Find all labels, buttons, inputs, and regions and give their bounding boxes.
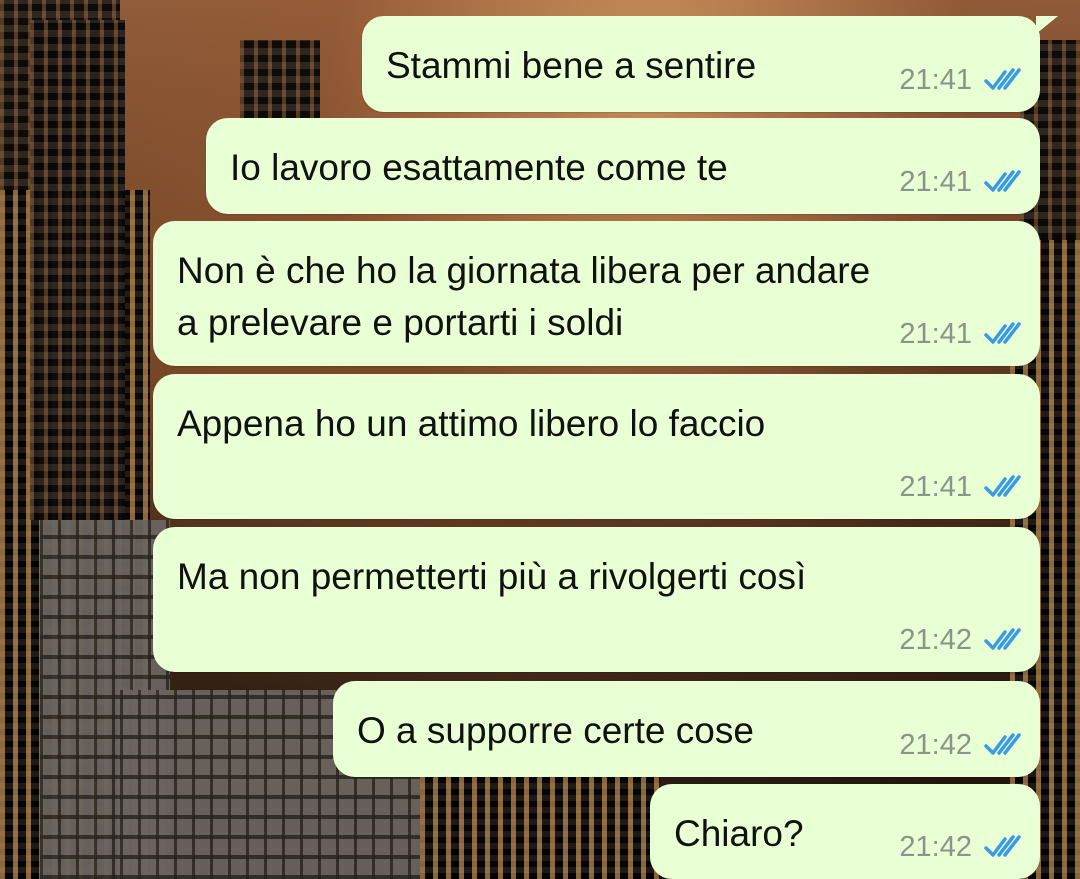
message-list[interactable]: Stammi bene a sentire 21:41 Io lavoro es… (0, 0, 1080, 879)
message-text: O a supporre certe cose (357, 710, 754, 751)
message-text: Io lavoro esattamente come te (230, 147, 728, 188)
message-time: 21:42 (899, 728, 972, 761)
message-bubble[interactable]: Appena ho un attimo libero lo faccio 21:… (153, 374, 1040, 519)
message-bubble[interactable]: Chiaro? 21:42 (650, 784, 1040, 879)
message-text: Chiaro? (674, 813, 804, 854)
message-time: 21:41 (899, 317, 972, 350)
message-bubble[interactable]: Ma non permetterti più a rivolgerti così… (153, 527, 1040, 672)
message-meta: 21:41 (899, 64, 1022, 96)
double-check-icon (984, 170, 1021, 192)
message-time: 21:41 (899, 165, 972, 198)
message-time: 21:42 (899, 623, 972, 656)
message-bubble[interactable]: Non è che ho la giornata libera per anda… (153, 221, 1040, 366)
message-time: 21:41 (899, 63, 972, 96)
message-meta: 21:41 (899, 166, 1022, 198)
message-meta: 21:42 (899, 624, 1022, 656)
message-time: 21:41 (899, 470, 972, 503)
double-check-icon (984, 733, 1021, 755)
message-meta: 21:41 (899, 318, 1022, 350)
message-meta: 21:42 (899, 831, 1022, 863)
message-text: Ma non permetterti più a rivolgerti così (177, 556, 807, 597)
message-bubble[interactable]: Io lavoro esattamente come te 21:41 (206, 118, 1040, 214)
double-check-icon (984, 68, 1021, 90)
message-bubble[interactable]: Stammi bene a sentire 21:41 (362, 16, 1058, 112)
double-check-icon (984, 322, 1021, 344)
double-check-icon (984, 475, 1021, 497)
message-time: 21:42 (899, 830, 972, 863)
message-text: Non è che ho la giornata libera per anda… (177, 250, 871, 343)
message-text: Stammi bene a sentire (386, 45, 757, 86)
double-check-icon (984, 628, 1021, 650)
message-meta: 21:42 (899, 729, 1022, 761)
message-bubble[interactable]: O a supporre certe cose 21:42 (333, 681, 1040, 777)
double-check-icon (984, 835, 1021, 857)
message-meta: 21:41 (899, 471, 1022, 503)
message-text: Appena ho un attimo libero lo faccio (177, 403, 766, 444)
